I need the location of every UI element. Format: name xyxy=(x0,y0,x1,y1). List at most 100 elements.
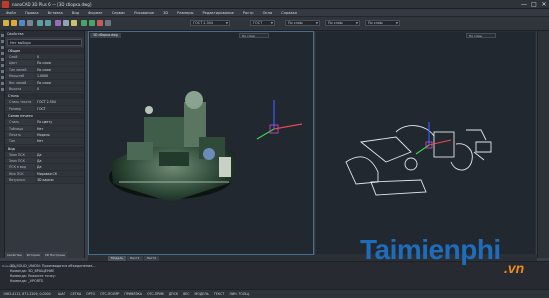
property-value[interactable]: По слою xyxy=(35,60,84,66)
tool-icon[interactable] xyxy=(1,34,4,37)
property-label: Стиль текста xyxy=(9,100,32,105)
minimize-button[interactable]: — xyxy=(520,1,528,8)
property-value[interactable]: 0 xyxy=(35,85,84,92)
viewport-right[interactable]: По слою xyxy=(315,31,536,255)
menu-bar: Файл Правка Вставка Вид Формат Сервис Ри… xyxy=(0,9,549,17)
menu-item[interactable]: Вид xyxy=(72,11,79,15)
tool-icon[interactable] xyxy=(1,76,4,79)
orbit-icon[interactable] xyxy=(97,20,103,26)
new-file-icon[interactable] xyxy=(3,20,9,26)
tool-icon[interactable] xyxy=(1,46,4,49)
property-value[interactable]: Да xyxy=(35,158,84,164)
tool-icon[interactable] xyxy=(1,82,4,85)
tool-icon[interactable] xyxy=(1,52,4,55)
tool-icon[interactable] xyxy=(1,40,4,43)
dim-style-select[interactable]: ГОСТ ▼ xyxy=(250,20,275,26)
tab-sheet2[interactable]: Лист2 xyxy=(143,255,160,261)
chevron-down-icon: ▼ xyxy=(395,21,398,25)
save-icon[interactable] xyxy=(19,20,25,26)
menu-item[interactable]: Файл xyxy=(6,11,16,15)
tab-sheet1[interactable]: Лист1 xyxy=(127,255,143,261)
chevron-down-icon: ▼ xyxy=(270,21,273,25)
viewport-left[interactable]: 3D сборка.dwg По слою xyxy=(88,31,314,255)
print-icon[interactable] xyxy=(27,20,33,26)
property-value[interactable]: 0 xyxy=(35,54,84,60)
layer-select[interactable]: По слою ▼ xyxy=(285,20,320,26)
status-toggle[interactable]: ТЕКСТ xyxy=(214,292,224,296)
property-row[interactable]: Визуальн. 3D каркас xyxy=(5,177,84,184)
property-value[interactable]: Модель xyxy=(35,131,84,138)
property-value[interactable]: Нет xyxy=(35,138,84,144)
property-value[interactable]: 1.0000 xyxy=(35,73,84,79)
menu-item[interactable]: Растр xyxy=(243,11,254,15)
panel-tabs: Свойства История 3D Построен xyxy=(5,252,85,258)
close-button[interactable]: ✕ xyxy=(540,1,548,8)
paste-icon[interactable] xyxy=(71,20,77,26)
menu-item[interactable]: Вставка xyxy=(48,11,63,15)
text-style-select[interactable]: ГОСТ 2.304 ▼ xyxy=(190,20,230,26)
menu-item[interactable]: Рисование xyxy=(134,11,154,15)
menu-item[interactable]: Справка xyxy=(281,11,297,15)
property-value[interactable]: По цвету xyxy=(35,119,84,125)
property-row[interactable]: Тип Нет xyxy=(5,138,84,145)
menu-item[interactable]: Сервис xyxy=(112,11,125,15)
status-toggle[interactable]: СЕТКА xyxy=(71,292,82,296)
property-row[interactable]: Высота 0 xyxy=(5,85,84,93)
property-value[interactable]: ГОСТ 2.304 xyxy=(35,99,84,105)
menu-item[interactable]: Окна xyxy=(263,11,273,15)
status-toggle[interactable]: ВЕС xyxy=(183,292,189,296)
chevron-down-icon: ▼ xyxy=(225,21,228,25)
status-toggle[interactable]: ОТС-ПОЛЯР xyxy=(100,292,119,296)
status-toggle[interactable]: ПРИВЯЗКА xyxy=(124,292,142,296)
status-toggle[interactable]: ОТС-ПРИВ xyxy=(147,292,164,296)
selection-select[interactable]: Нет выбора xyxy=(7,39,82,46)
app-logo-icon[interactable] xyxy=(2,1,9,8)
layer-manager-icon[interactable] xyxy=(105,20,111,26)
property-label: Имя ПСК xyxy=(9,171,24,176)
status-toggle[interactable]: МОДЕЛЬ xyxy=(195,292,209,296)
property-value[interactable]: 3D каркас xyxy=(35,177,84,183)
status-toggle[interactable]: ЛИН. ТОЛЩ. xyxy=(229,292,250,296)
tab-model[interactable]: Модель xyxy=(108,255,127,261)
property-value[interactable]: ГОСТ xyxy=(35,105,84,112)
linetype-value: По слою xyxy=(328,21,343,25)
property-value[interactable]: Нет xyxy=(35,125,84,131)
menu-item[interactable]: Правка xyxy=(25,11,39,15)
tool-icon[interactable] xyxy=(1,88,4,91)
tab-properties[interactable]: Свойства xyxy=(5,252,24,258)
tab-3d-build[interactable]: 3D Построен xyxy=(42,252,68,258)
menu-item[interactable]: Размеры xyxy=(177,11,193,15)
dim-style-value: ГОСТ xyxy=(253,21,263,25)
linetype-select[interactable]: По слою ▼ xyxy=(325,20,360,26)
status-toggle[interactable]: ШАГ xyxy=(58,292,66,296)
undo-icon[interactable] xyxy=(37,20,43,26)
tab-history[interactable]: История xyxy=(24,252,42,258)
menu-item[interactable]: 3D xyxy=(163,11,168,15)
property-value[interactable]: Да xyxy=(35,164,84,170)
pan-icon[interactable] xyxy=(89,20,95,26)
property-label: Вес линий xyxy=(9,80,27,85)
status-toggle[interactable]: ОРТО xyxy=(86,292,95,296)
properties-panel-title: Свойства xyxy=(5,31,84,37)
lineweight-value: По слою xyxy=(368,21,383,25)
tool-icon[interactable] xyxy=(1,64,4,67)
open-file-icon[interactable] xyxy=(11,20,17,26)
zoom-icon[interactable] xyxy=(81,20,87,26)
property-value[interactable]: Мировая СК xyxy=(35,170,84,177)
redo-icon[interactable] xyxy=(45,20,51,26)
cut-icon[interactable] xyxy=(55,20,61,26)
menu-item[interactable]: Формат xyxy=(88,11,103,15)
property-row[interactable]: Размер ГОСТ xyxy=(5,105,84,113)
property-value[interactable]: По слою xyxy=(35,79,84,85)
menu-item[interactable]: Редактирование xyxy=(202,11,233,15)
tool-icon[interactable] xyxy=(1,58,4,61)
property-value[interactable]: Да xyxy=(35,151,84,158)
property-label: Знак ПСК xyxy=(9,152,25,157)
copy-icon[interactable] xyxy=(63,20,69,26)
status-bar: 1983.4112, 871.2209, 0.0000 ШАГ СЕТКА ОР… xyxy=(0,289,549,298)
status-toggle[interactable]: ДПСК xyxy=(169,292,178,296)
tool-icon[interactable] xyxy=(1,70,4,73)
maximize-button[interactable]: □ xyxy=(530,1,538,8)
property-value[interactable]: По слою xyxy=(35,66,84,73)
lineweight-select[interactable]: По слою ▼ xyxy=(365,20,400,26)
